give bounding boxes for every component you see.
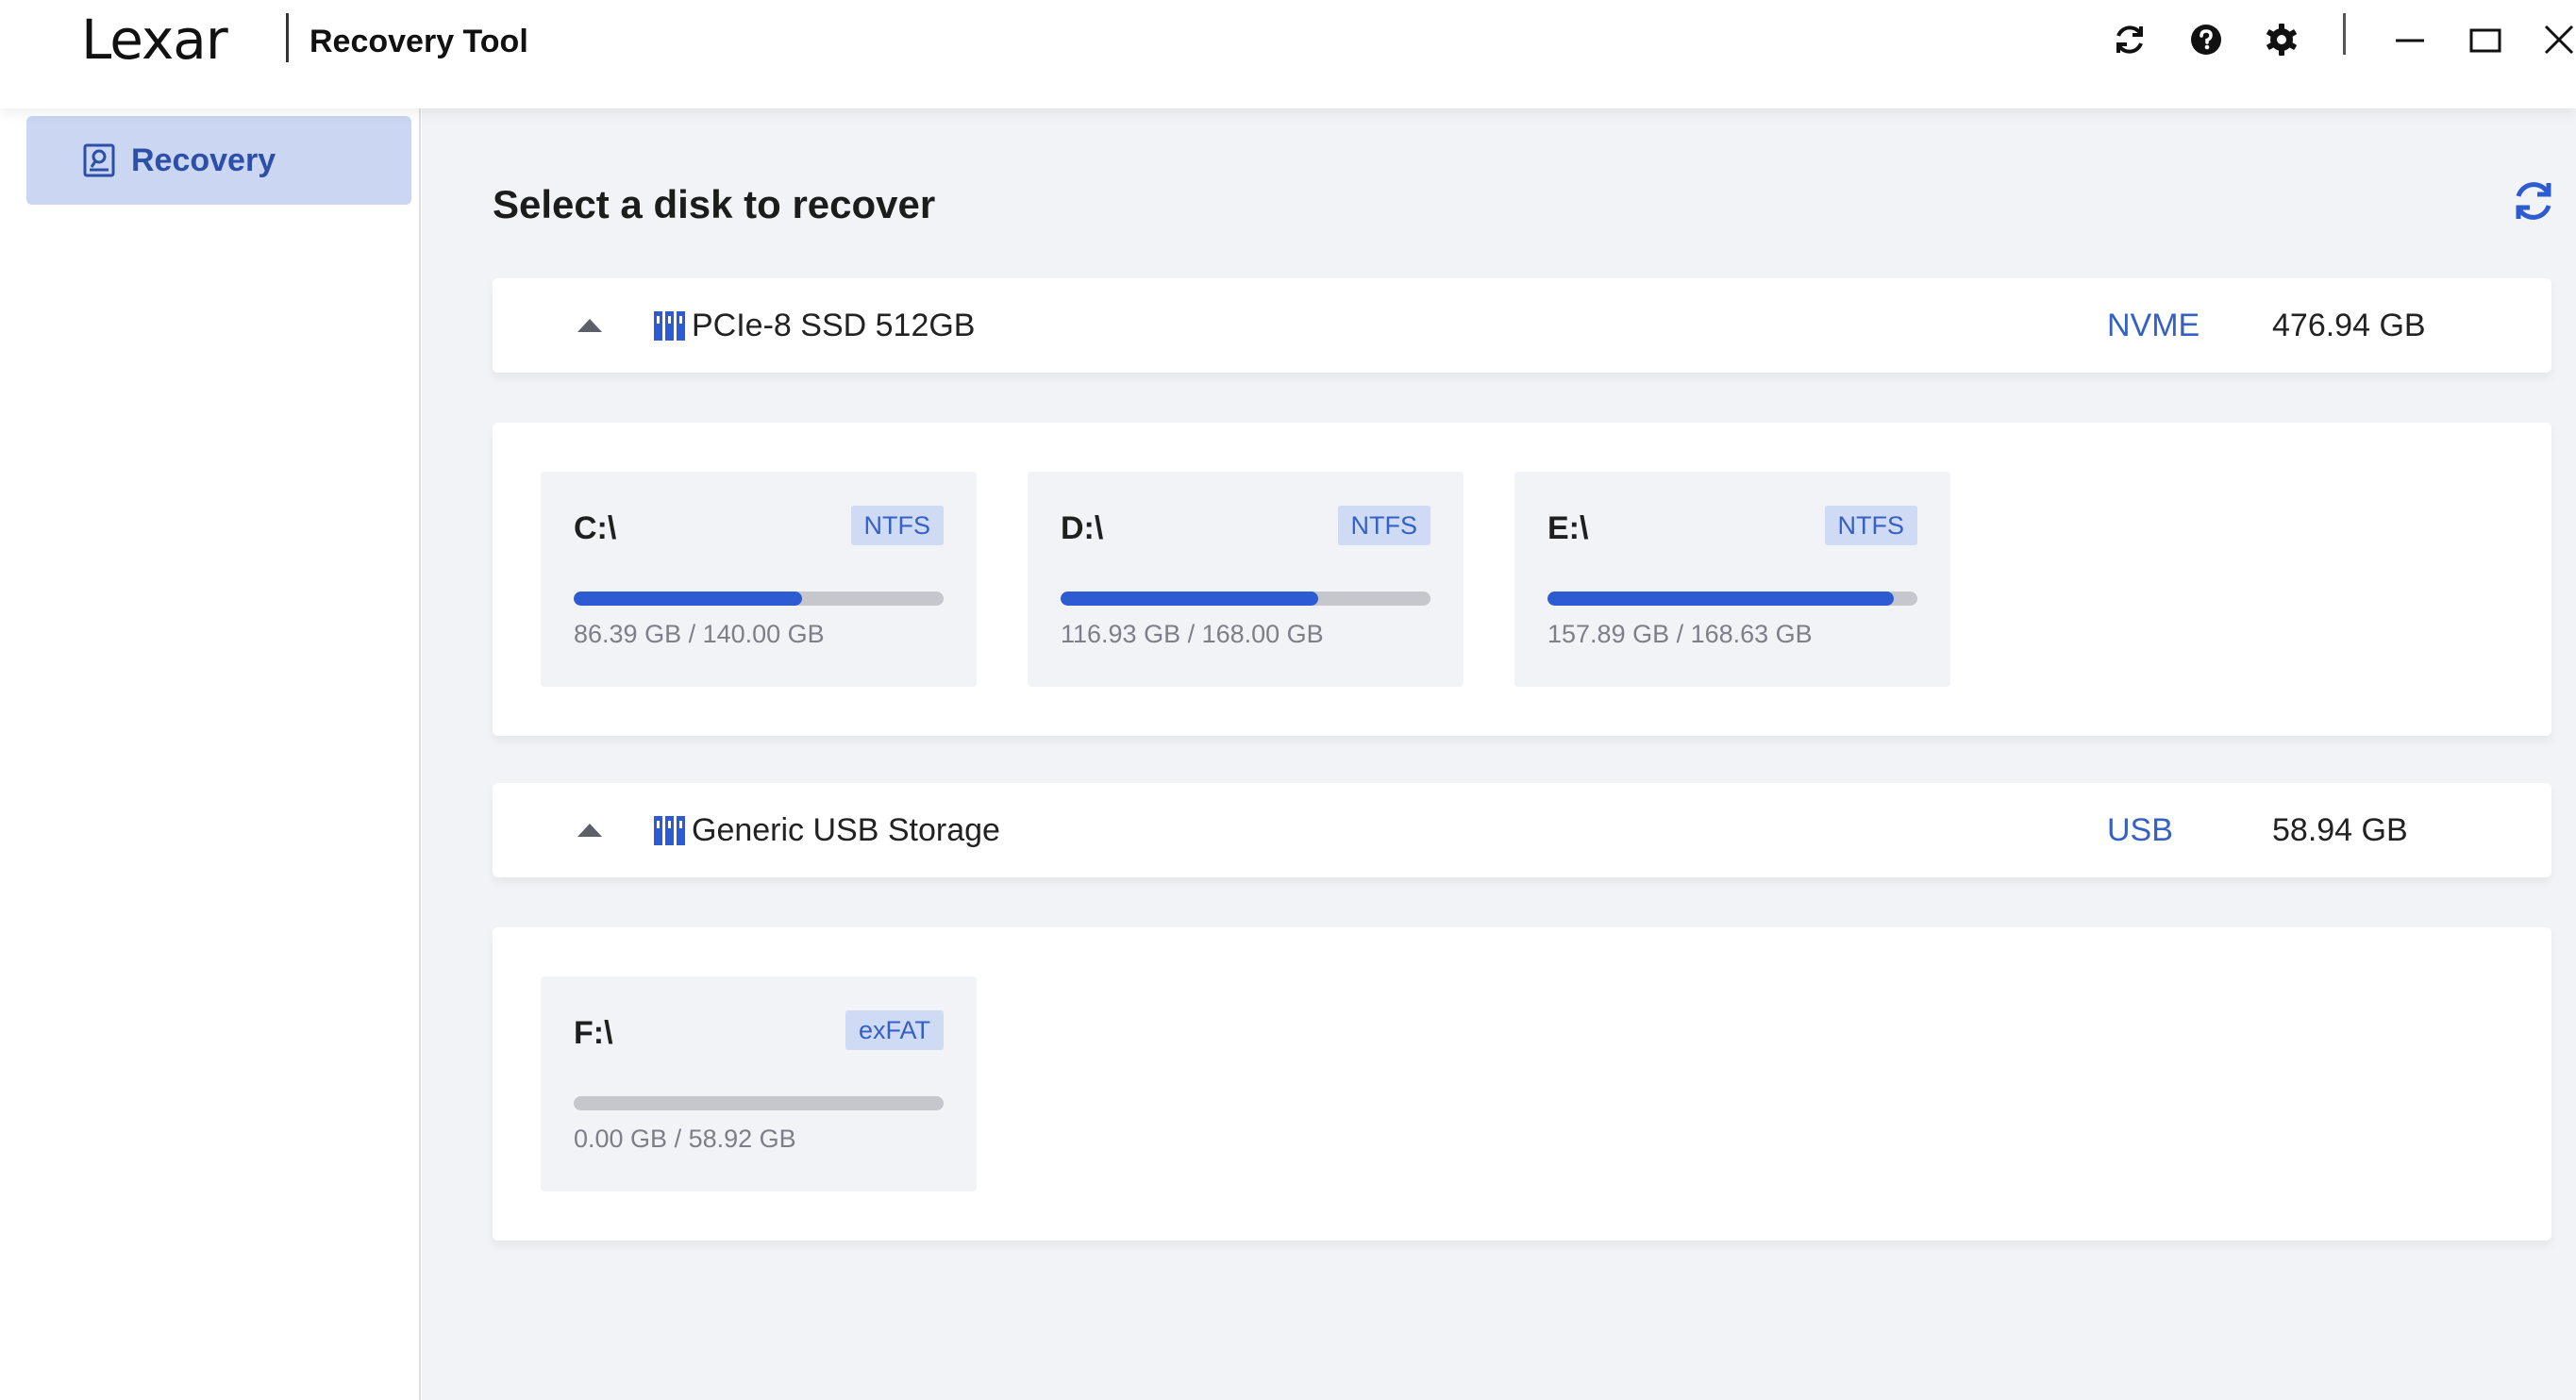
partition-drive-letter: E:\ [1547, 510, 1589, 546]
refresh-icon[interactable] [2107, 17, 2152, 62]
filesystem-badge: exFAT [845, 1010, 944, 1050]
filesystem-badge: NTFS [1824, 506, 1917, 545]
sidebar-item-label: Recovery [131, 142, 276, 178]
minimize-icon[interactable] [2387, 17, 2433, 62]
collapse-chevron-icon[interactable] [577, 824, 602, 837]
recovery-disk-icon [82, 142, 116, 178]
collapse-chevron-icon[interactable] [577, 319, 602, 332]
usage-bar [574, 1096, 944, 1110]
disk-row[interactable]: Generic USB Storage USB 58.94 GB [493, 783, 2551, 877]
disk-interface: NVME [2107, 308, 2200, 343]
partition-panel: F:\ exFAT 0.00 GB / 58.92 GB [493, 927, 2551, 1241]
partition-drive-letter: F:\ [574, 1015, 613, 1051]
disk-name: Generic USB Storage [692, 812, 1000, 848]
disk-size: 476.94 GB [2272, 308, 2426, 343]
disk-interface: USB [2107, 812, 2173, 848]
usage-bar [574, 592, 944, 606]
toolbar-separator [2343, 13, 2346, 55]
disk-size: 58.94 GB [2272, 812, 2408, 848]
disk-row[interactable]: PCIe-8 SSD 512GB NVME 476.94 GB [493, 278, 2551, 373]
usage-text: 157.89 GB / 168.63 GB [1547, 620, 1813, 648]
usage-text: 86.39 GB / 140.00 GB [574, 620, 825, 648]
partition-panel: C:\ NTFS 86.39 GB / 140.00 GB D:\ NTFS 1… [493, 423, 2551, 736]
partition-drive-letter: D:\ [1061, 510, 1104, 546]
usage-text: 0.00 GB / 58.92 GB [574, 1125, 796, 1153]
page-title: Select a disk to recover [493, 182, 936, 226]
disk-name: PCIe-8 SSD 512GB [692, 308, 976, 343]
sidebar: Recovery [0, 108, 421, 1400]
lexar-logo: Lexar [81, 6, 228, 74]
sidebar-item-recovery[interactable]: Recovery [26, 116, 411, 205]
usage-bar [1547, 592, 1917, 606]
title-bar: Lexar Recovery Tool [0, 0, 2576, 108]
close-icon[interactable] [2536, 17, 2576, 62]
usage-bar [1061, 592, 1430, 606]
partition-card[interactable]: E:\ NTFS 157.89 GB / 168.63 GB [1514, 472, 1950, 687]
help-icon[interactable] [2183, 17, 2229, 62]
refresh-disks-icon[interactable] [2510, 177, 2557, 225]
partition-card[interactable]: C:\ NTFS 86.39 GB / 140.00 GB [541, 472, 977, 687]
main-content: Select a disk to recover PCIe-8 SSD 512G… [422, 108, 2576, 1400]
app-title: Recovery Tool [309, 24, 528, 59]
disk-icon [653, 308, 687, 342]
partition-card[interactable]: F:\ exFAT 0.00 GB / 58.92 GB [541, 976, 977, 1192]
partition-card[interactable]: D:\ NTFS 116.93 GB / 168.00 GB [1028, 472, 1464, 687]
partition-drive-letter: C:\ [574, 510, 617, 546]
maximize-icon[interactable] [2463, 17, 2508, 62]
filesystem-badge: NTFS [850, 506, 944, 545]
settings-icon[interactable] [2259, 17, 2304, 62]
disk-icon [653, 813, 687, 847]
usage-text: 116.93 GB / 168.00 GB [1061, 620, 1324, 648]
filesystem-badge: NTFS [1337, 506, 1430, 545]
brand-name: Lexar [81, 8, 228, 72]
title-divider [286, 13, 289, 62]
